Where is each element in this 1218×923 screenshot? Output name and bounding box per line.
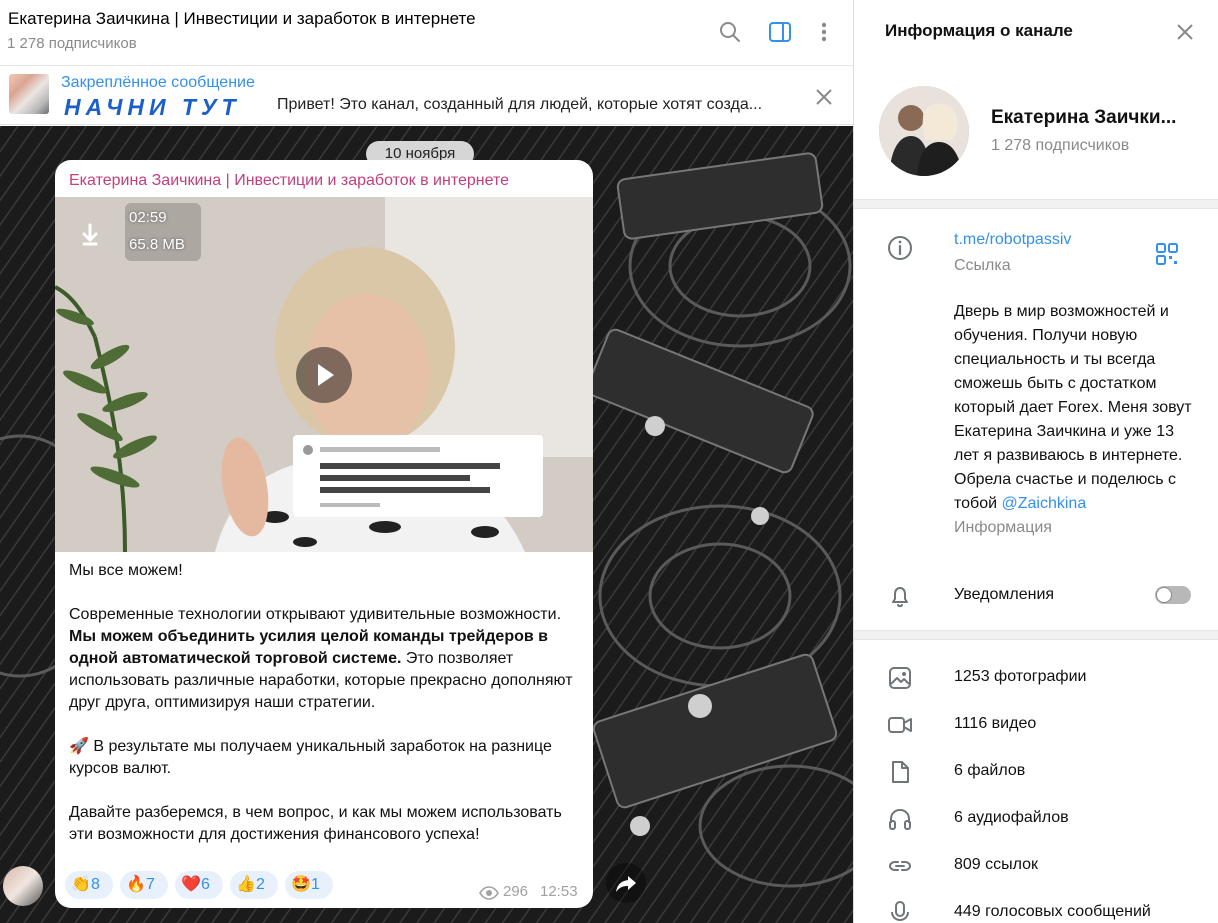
bell-icon — [892, 587, 908, 608]
pinned-message-text: Привет! Это канал, созданный для людей, … — [277, 96, 763, 113]
video-duration: 02:59 — [129, 209, 167, 226]
headphones-icon — [889, 808, 911, 830]
audio-count: 6 аудиофайлов — [954, 809, 1069, 826]
notifications-toggle[interactable] — [1155, 586, 1191, 604]
avatar-photo — [879, 86, 969, 176]
views-eye-icon — [479, 886, 499, 900]
channel-info-panel: Информация о канале Екатерина Заички... … — [853, 0, 1218, 923]
reaction-count: 6 — [201, 876, 210, 893]
reaction-thumbs-up[interactable]: 👍2 — [230, 871, 278, 899]
panel-title: Информация о канале — [885, 21, 1073, 40]
download-icon[interactable] — [73, 218, 107, 252]
channel-subscriber-count: 1 278 подписчиков — [991, 137, 1130, 154]
message-author[interactable]: Екатерина Заичкина | Инвестиции и зарабо… — [69, 172, 509, 190]
channel-avatar-large[interactable] — [879, 86, 969, 176]
channel-description: Дверь в мир возможностей и обучения. Пол… — [954, 300, 1194, 516]
file-icon — [892, 761, 909, 783]
info-icon — [888, 236, 912, 260]
channel-link[interactable]: t.me/robotpassiv — [954, 231, 1071, 249]
message-bubble[interactable]: Екатерина Заичкина | Инвестиции и зарабо… — [55, 160, 593, 908]
reaction-count: 2 — [256, 876, 265, 893]
channel-description-text: Дверь в мир возможностей и обучения. Пол… — [954, 303, 1192, 512]
message-paragraph: 🚀 В результате мы получаем уникальный за… — [69, 738, 552, 777]
message-time: 12:53 — [540, 883, 578, 900]
reaction-heart[interactable]: ❤️6 — [175, 871, 223, 899]
reaction-count: 1 — [311, 876, 320, 893]
play-icon — [318, 364, 334, 386]
play-button[interactable] — [296, 347, 352, 403]
files-count: 6 файлов — [954, 762, 1026, 779]
reaction-star-struck[interactable]: 🤩1 — [285, 871, 333, 899]
thumbs-up-icon: 👍 — [236, 876, 256, 893]
section-divider — [854, 630, 1218, 640]
pinned-message-thumbnail — [9, 74, 49, 114]
forward-icon — [616, 876, 636, 892]
message-paragraph: Мы все можем! — [69, 562, 183, 579]
chat-header[interactable]: Екатерина Заичкина | Инвестиции и зарабо… — [0, 0, 853, 66]
reaction-fire[interactable]: 🔥7 — [120, 871, 168, 899]
channel-link-caption: Ссылка — [954, 257, 1011, 274]
star-struck-icon: 🤩 — [291, 876, 311, 893]
sidebar-toggle-icon[interactable] — [767, 19, 793, 45]
reaction-count: 7 — [146, 876, 155, 893]
links-count: 809 ссылок — [954, 856, 1039, 873]
fire-icon: 🔥 — [126, 876, 146, 893]
qr-code-icon[interactable] — [1154, 241, 1180, 267]
photos-count: 1253 фотографии — [954, 668, 1087, 685]
microphone-icon — [891, 901, 909, 922]
videos-count: 1116 видео — [954, 715, 1037, 732]
forward-button[interactable] — [606, 863, 646, 903]
description-mention-link[interactable]: @Zaichkina — [1002, 495, 1087, 512]
message-paragraph: Давайте разберемся, в чем вопрос, и как … — [69, 804, 562, 843]
chat-title[interactable]: Екатерина Заичкина | Инвестиции и зарабо… — [8, 9, 476, 29]
notifications-label: Уведомления — [954, 586, 1055, 603]
video-attachment[interactable]: 02:59 65.8 MB — [55, 197, 593, 552]
pinned-message-headline: НАЧНИ ТУТ — [64, 94, 241, 120]
link-icon — [888, 861, 912, 871]
message-paragraph: Современные технологии открывают удивите… — [69, 604, 583, 714]
photo-icon — [889, 667, 911, 689]
message-text-span: Современные технологии открывают удивите… — [69, 606, 562, 623]
heart-icon: ❤️ — [181, 876, 201, 893]
close-icon[interactable] — [811, 84, 837, 110]
chat-subscriber-count: 1 278 подписчиков — [7, 35, 137, 52]
message-text: Мы все можем! Современные технологии отк… — [69, 560, 583, 868]
video-file-size: 65.8 MB — [129, 236, 185, 253]
close-icon[interactable] — [1172, 19, 1198, 45]
view-count: 296 — [503, 883, 529, 900]
chat-panel: Екатерина Заичкина | Инвестиции и зарабо… — [0, 0, 853, 923]
channel-name: Екатерина Заички... — [991, 107, 1177, 128]
pinned-message-bar[interactable]: Закреплённое сообщение НАЧНИ ТУТ Привет!… — [0, 66, 853, 125]
voice-messages-count: 449 голосовых сообщений — [954, 903, 1151, 920]
reaction-count: 8 — [91, 876, 100, 893]
channel-description-caption: Информация — [954, 519, 1052, 536]
video-icon — [888, 717, 912, 733]
reaction-clap[interactable]: 👏8 — [65, 871, 113, 899]
pinned-message-label: Закреплённое сообщение — [61, 74, 255, 91]
clap-icon: 👏 — [71, 876, 91, 893]
channel-avatar[interactable] — [3, 866, 43, 906]
more-vertical-icon[interactable] — [811, 19, 837, 45]
section-divider — [854, 199, 1218, 209]
search-icon[interactable] — [717, 19, 743, 45]
